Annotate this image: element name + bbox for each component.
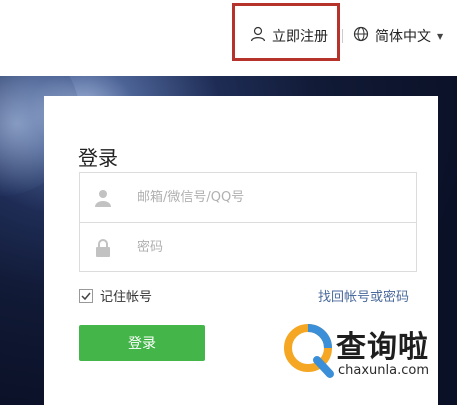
top-bar: 立即注册 简体中文 ▼ — [0, 0, 457, 70]
chevron-down-icon: ▼ — [437, 31, 444, 41]
watermark-url: chaxunla.com — [338, 363, 429, 378]
globe-icon — [353, 26, 369, 46]
username-input[interactable] — [135, 189, 389, 206]
remember-account[interactable]: 记住帐号 — [79, 286, 152, 305]
lock-icon — [93, 238, 113, 258]
checkmark-icon — [81, 292, 91, 300]
remember-checkbox[interactable] — [79, 288, 93, 303]
password-input[interactable] — [135, 239, 389, 256]
user-icon — [93, 188, 113, 208]
language-selector[interactable]: 简体中文 ▼ — [353, 26, 443, 46]
register-highlight-box — [232, 3, 340, 61]
nav-divider — [342, 29, 343, 43]
username-field-row — [80, 173, 416, 223]
language-label: 简体中文 — [375, 29, 431, 45]
remember-label: 记住帐号 — [100, 290, 153, 305]
watermark-q-icon — [284, 324, 334, 378]
watermark-text: 查询啦 — [336, 330, 429, 365]
login-title: 登录 — [78, 146, 118, 170]
credentials-group — [79, 172, 417, 272]
password-field-row — [80, 223, 416, 272]
login-button[interactable]: 登录 — [79, 325, 205, 361]
watermark-logo: 查询啦 chaxunla.com — [284, 320, 454, 382]
forgot-account-link[interactable]: 找回帐号或密码 — [318, 286, 409, 305]
